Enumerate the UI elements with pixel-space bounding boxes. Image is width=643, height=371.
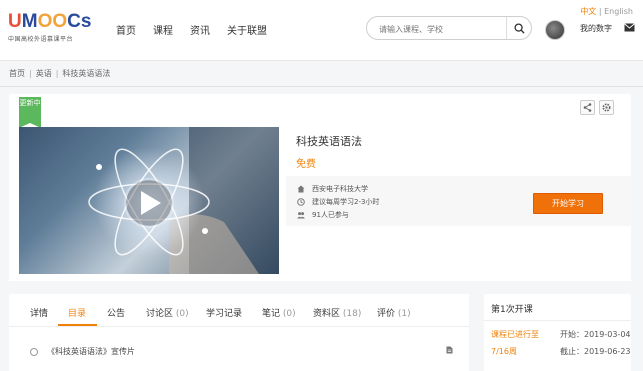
updating-badge: 更新中 bbox=[19, 97, 41, 128]
catalog-item[interactable]: 《科技英语语法》宣传片 bbox=[30, 346, 135, 357]
logo-text: UMOOCs bbox=[8, 11, 92, 32]
breadcrumb-category[interactable]: 英语 bbox=[36, 69, 52, 78]
progress-label: 课程已进行至 bbox=[491, 330, 539, 339]
progress-week: 7/16周 bbox=[491, 347, 517, 356]
mail-icon[interactable] bbox=[624, 23, 635, 32]
tabs-divider bbox=[9, 326, 469, 327]
tab-announcements[interactable]: 公告 bbox=[107, 306, 125, 319]
share-button[interactable] bbox=[580, 100, 595, 115]
tab-notes[interactable]: 笔记 (0) bbox=[262, 306, 296, 319]
lang-chinese[interactable]: 中文 bbox=[580, 7, 596, 16]
main-nav: 首页 课程 资讯 关于联盟 bbox=[116, 22, 284, 37]
video-artwork bbox=[88, 127, 279, 274]
breadcrumb: 首页 | 英语 | 科技英语语法 bbox=[9, 68, 110, 79]
course-video-thumbnail[interactable] bbox=[19, 127, 279, 274]
catalog-item-title: 《科技英语语法》宣传片 bbox=[47, 347, 135, 356]
user-avatar[interactable] bbox=[545, 20, 565, 40]
unwatched-circle-icon bbox=[30, 347, 38, 356]
tab-materials[interactable]: 资料区 (18) bbox=[313, 306, 361, 319]
breadcrumb-home[interactable]: 首页 bbox=[9, 69, 25, 78]
nav-about[interactable]: 关于联盟 bbox=[227, 22, 267, 37]
search-box bbox=[366, 16, 532, 40]
course-title: 科技英语语法 bbox=[296, 135, 362, 148]
lang-english[interactable]: English bbox=[604, 7, 633, 16]
study-time: 建议每周学习2-3小时 bbox=[312, 198, 380, 206]
course-price: 免费 bbox=[296, 159, 316, 170]
search-icon bbox=[513, 22, 525, 34]
breadcrumb-current: 科技英语语法 bbox=[62, 69, 111, 78]
school-icon bbox=[297, 185, 305, 193]
settings-button[interactable] bbox=[599, 100, 614, 115]
active-tab-indicator bbox=[58, 324, 97, 326]
share-icon bbox=[583, 103, 592, 112]
tab-discussion[interactable]: 讨论区 (0) bbox=[146, 306, 189, 319]
my-learning-link[interactable]: 我的数字 bbox=[580, 23, 612, 34]
panel-divider bbox=[484, 320, 631, 321]
search-input[interactable] bbox=[377, 21, 511, 37]
end-date-row: 截止：2019-06-23 bbox=[560, 347, 631, 356]
tab-reviews[interactable]: 评价 (1) bbox=[377, 306, 411, 319]
participants-count: 91人已参与 bbox=[312, 211, 349, 219]
nav-news[interactable]: 资讯 bbox=[190, 22, 210, 37]
divider bbox=[0, 86, 643, 87]
tab-details[interactable]: 详情 bbox=[30, 306, 48, 319]
participants-row: 91人已参与 bbox=[297, 210, 349, 220]
language-switch: 中文 | English bbox=[580, 6, 633, 17]
logo-subtitle: 中国高校外语慕课平台 bbox=[8, 36, 74, 43]
breadcrumb-separator: | bbox=[29, 69, 32, 78]
gear-icon bbox=[602, 103, 611, 112]
people-icon bbox=[297, 212, 305, 219]
session-title: 第1次开课 bbox=[491, 305, 533, 315]
document-icon[interactable] bbox=[446, 346, 453, 354]
nav-courses[interactable]: 课程 bbox=[153, 22, 173, 37]
nav-home[interactable]: 首页 bbox=[116, 22, 136, 37]
umoocs-logo[interactable]: UMOOCs 中国高校外语慕课平台 bbox=[8, 11, 92, 46]
start-date-row: 开始：2019-03-04 bbox=[560, 330, 631, 339]
search-button[interactable] bbox=[506, 17, 531, 39]
time-row: 建议每周学习2-3小时 bbox=[297, 197, 379, 207]
start-learning-button[interactable]: 开始学习 bbox=[533, 193, 603, 214]
tab-catalog[interactable]: 目录 bbox=[68, 306, 86, 319]
school-row: 西安电子科技大学 bbox=[297, 184, 368, 194]
clock-icon bbox=[297, 198, 305, 206]
tab-learning-record[interactable]: 学习记录 bbox=[206, 306, 242, 319]
breadcrumb-separator: | bbox=[55, 69, 59, 78]
lang-separator: | bbox=[598, 7, 602, 16]
school-name[interactable]: 西安电子科技大学 bbox=[312, 184, 368, 194]
